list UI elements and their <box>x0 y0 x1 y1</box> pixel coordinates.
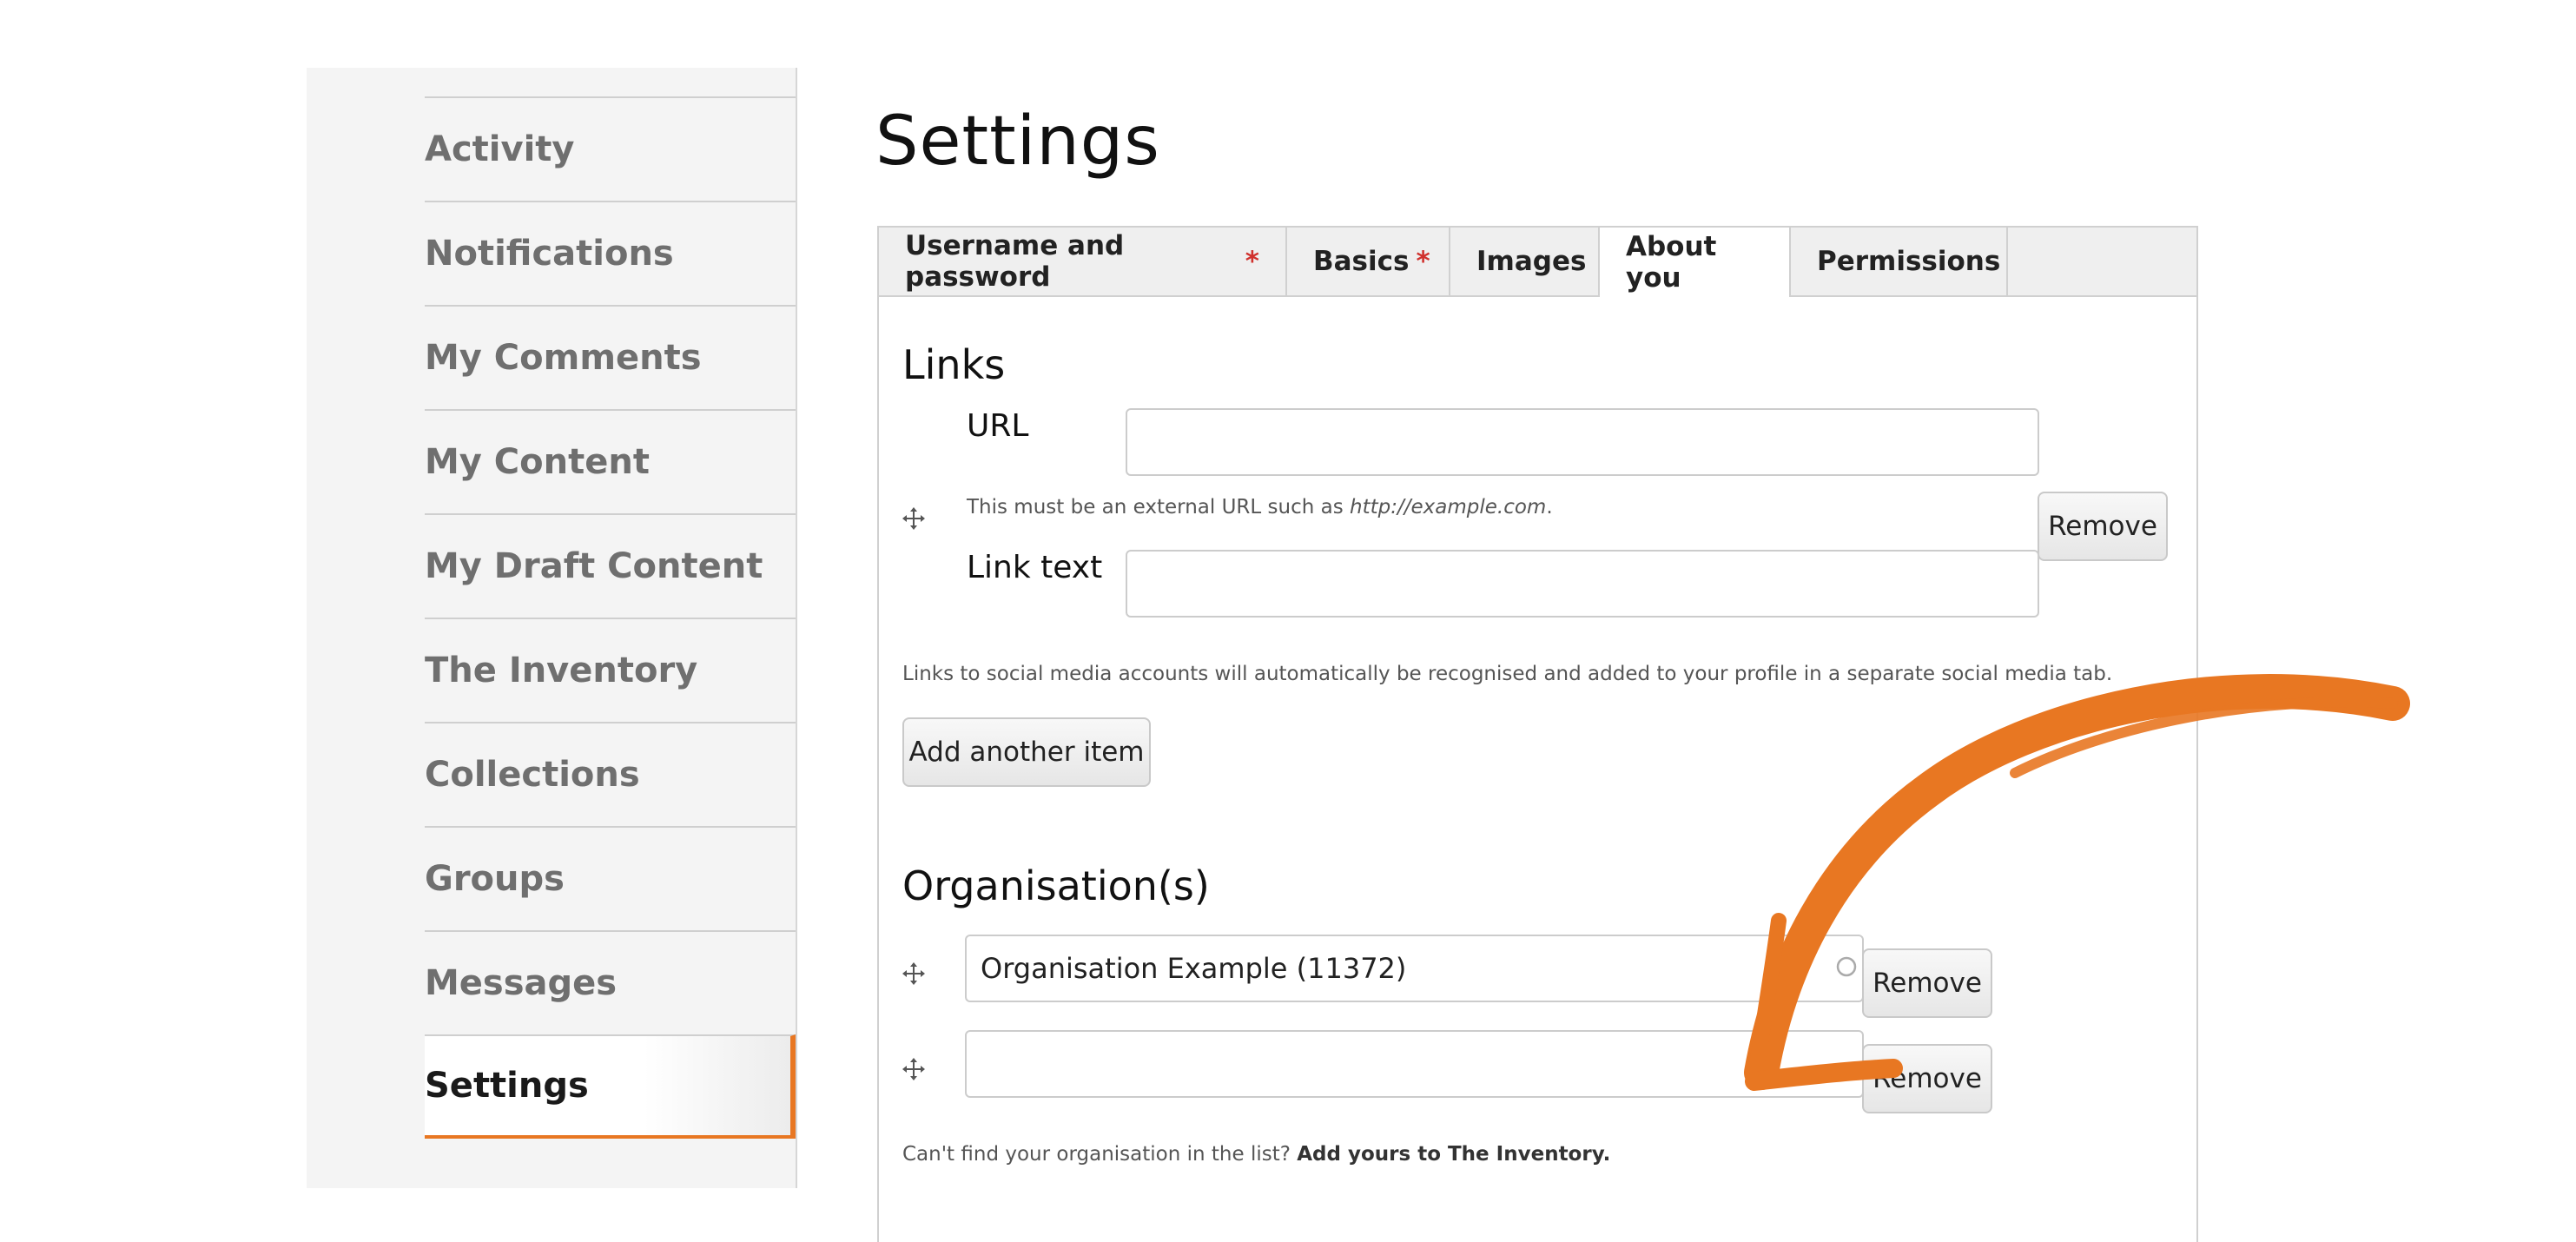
autocomplete-throbber-icon <box>1836 956 1857 977</box>
sidebar-item-activity[interactable]: Activity <box>425 96 796 201</box>
url-help-example: http://example.com <box>1350 496 1547 519</box>
social-media-help-text: Links to social media accounts will auto… <box>902 663 2113 685</box>
tab-label: Username and password <box>905 230 1125 293</box>
sidebar-item-label: My Draft Content <box>425 546 763 586</box>
organisation-help-prefix: Can't find your organisation in the list… <box>902 1143 1298 1166</box>
sidebar-item-notifications[interactable]: Notifications <box>425 201 796 305</box>
organisation-autocomplete-input[interactable]: Organisation Example (11372) <box>965 935 1864 1002</box>
sidebar-item-label: Messages <box>425 963 618 1003</box>
organisation-autocomplete-input[interactable] <box>965 1030 1864 1098</box>
move-arrows-icon[interactable] <box>901 1056 927 1082</box>
sidebar-item-my-content[interactable]: My Content <box>425 409 796 513</box>
sidebar-item-label: Collections <box>425 755 640 795</box>
sidebar-item-label: The Inventory <box>425 651 698 690</box>
remove-organisation-button[interactable]: Remove <box>1862 948 1992 1018</box>
required-marker: * <box>1245 246 1259 277</box>
sidebar-nav: Activity Notifications My Comments My Co… <box>307 68 797 1188</box>
tab-about-you[interactable]: About you <box>1600 228 1791 297</box>
sidebar-item-label: Settings <box>425 1066 589 1106</box>
sidebar-item-groups[interactable]: Groups <box>425 826 796 930</box>
page-title: Settings <box>875 102 1160 181</box>
tab-images[interactable]: Images <box>1450 228 1600 295</box>
sidebar-item-messages[interactable]: Messages <box>425 930 796 1034</box>
sidebar-item-label: My Content <box>425 442 650 482</box>
sidebar-item-label: Activity <box>425 129 575 169</box>
sidebar-item-collections[interactable]: Collections <box>425 722 796 826</box>
sidebar-item-my-draft-content[interactable]: My Draft Content <box>425 513 796 618</box>
remove-organisation-button[interactable]: Remove <box>1862 1044 1992 1113</box>
tab-permissions[interactable]: Permissions <box>1791 228 2008 295</box>
organisation-help-text: Can't find your organisation in the list… <box>902 1143 1610 1166</box>
tab-label: Permissions <box>1817 246 2001 277</box>
remove-link-button[interactable]: Remove <box>2038 492 2168 561</box>
add-organisation-link[interactable]: Add yours to The Inventory. <box>1297 1143 1610 1166</box>
tab-label: About you <box>1626 231 1717 294</box>
tab-bar: Username and password * Basics * Images Ab… <box>879 228 2196 297</box>
tab-label: Basics <box>1313 246 1410 277</box>
sidebar-item-label: Notifications <box>425 234 674 274</box>
sidebar-item-label: Groups <box>425 859 565 899</box>
move-arrows-icon[interactable] <box>901 505 927 532</box>
add-another-item-button[interactable]: Add another item <box>902 717 1151 787</box>
tab-username-and-password[interactable]: Username and password * <box>879 228 1287 295</box>
link-text-input[interactable] <box>1126 550 2039 618</box>
organisations-section-title: Organisation(s) <box>902 862 1210 909</box>
tab-label: Images <box>1476 246 1587 277</box>
move-arrows-icon[interactable] <box>901 961 927 987</box>
url-help-suffix: . <box>1546 496 1553 519</box>
sidebar-item-label: My Comments <box>425 338 702 378</box>
sidebar-item-my-comments[interactable]: My Comments <box>425 305 796 409</box>
url-help-text: This must be an external URL such as htt… <box>967 496 1553 519</box>
url-help-prefix: This must be an external URL such as <box>967 496 1351 519</box>
links-section-title: Links <box>902 341 1006 388</box>
tab-basics[interactable]: Basics * <box>1287 228 1450 295</box>
required-marker: * <box>1416 246 1430 277</box>
url-label: URL <box>967 408 1029 444</box>
sidebar-item-the-inventory[interactable]: The Inventory <box>425 618 796 722</box>
url-input[interactable] <box>1126 408 2039 476</box>
sidebar-item-settings[interactable]: Settings <box>425 1034 796 1139</box>
link-text-label: Link text <box>967 550 1103 585</box>
